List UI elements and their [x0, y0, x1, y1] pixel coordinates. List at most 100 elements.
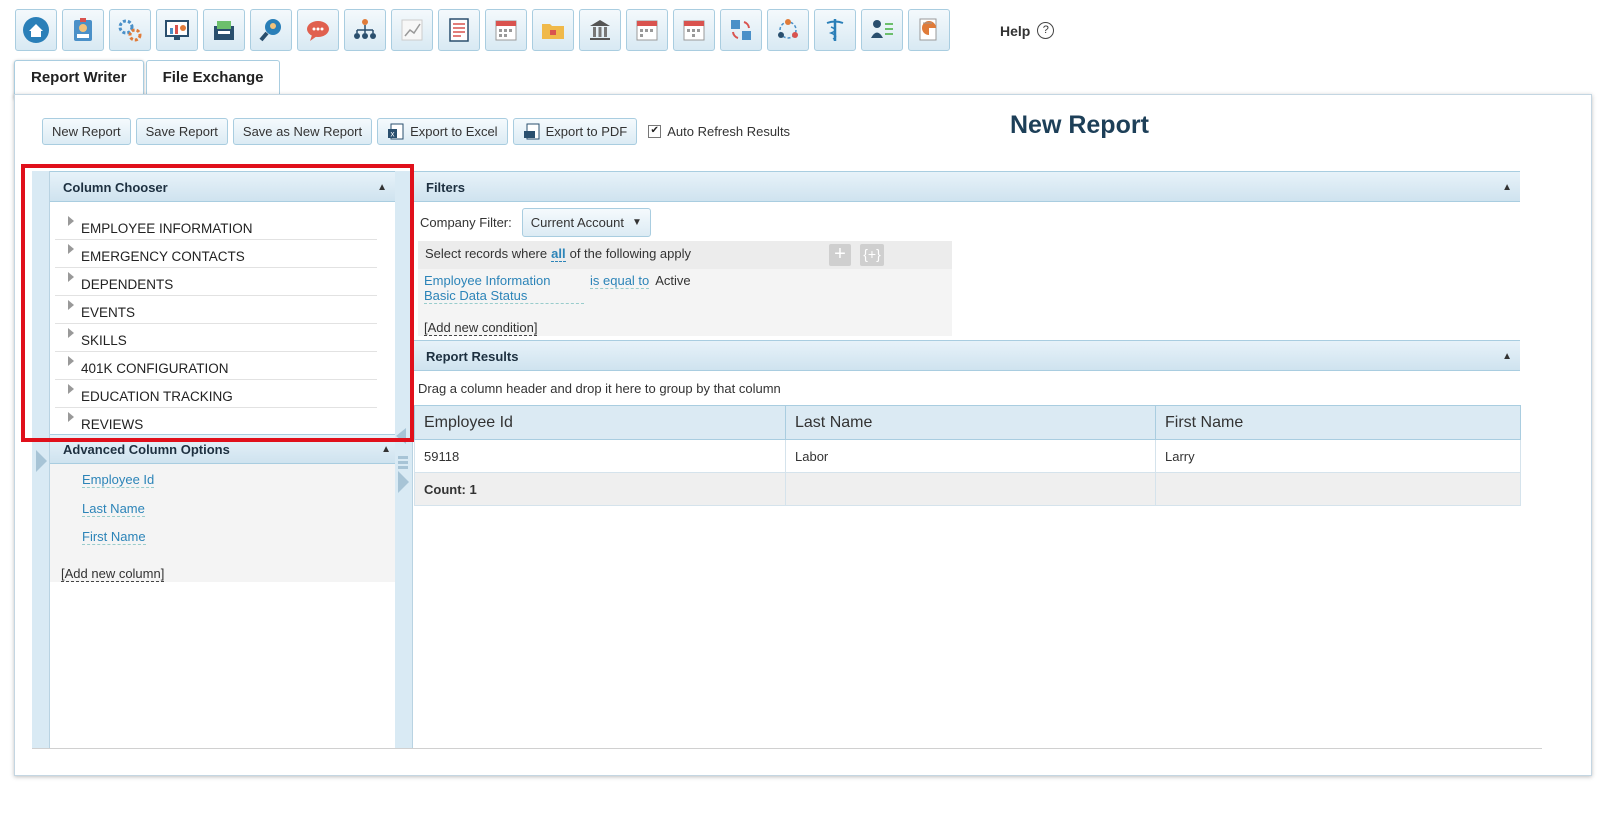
person-checklist-icon: [871, 20, 893, 38]
filters-title: Filters: [426, 180, 466, 195]
collapse-left-arrow-icon[interactable]: [396, 428, 406, 444]
record-count: Count: 1: [414, 472, 786, 506]
gears-icon: [118, 19, 142, 42]
collapse-caret-icon[interactable]: ▲: [381, 435, 391, 465]
calendar-button-3[interactable]: [673, 9, 715, 51]
column-header[interactable]: First Name: [1155, 405, 1521, 440]
expand-triangle-icon[interactable]: [68, 244, 74, 254]
report-results-header[interactable]: Report Results ▲: [413, 340, 1520, 371]
expand-triangle-icon[interactable]: [68, 216, 74, 226]
settings-button[interactable]: [109, 9, 151, 51]
select-prefix: Select records where: [425, 246, 548, 261]
expand-arrow-icon[interactable]: [36, 450, 47, 472]
splitter-grip[interactable]: [398, 456, 408, 470]
caduceus-icon: [826, 19, 844, 41]
export-pdf-button[interactable]: Export to PDF: [512, 118, 638, 145]
tree-item[interactable]: SKILLS: [55, 324, 377, 352]
selected-column-link[interactable]: Last Name: [82, 501, 145, 517]
filters-panel: Filters ▲: [413, 171, 1520, 202]
new-report-button[interactable]: New Report: [42, 118, 131, 145]
employee-card-button[interactable]: [62, 9, 104, 51]
dashboard-button[interactable]: [156, 9, 198, 51]
help-link[interactable]: Help ?: [1000, 22, 1055, 39]
tab-report-writer[interactable]: Report Writer: [14, 60, 144, 98]
home-button[interactable]: [15, 9, 57, 51]
company-button[interactable]: [579, 9, 621, 51]
filters-header[interactable]: Filters ▲: [413, 171, 1520, 202]
column-chooser-header[interactable]: Column Chooser ▲: [50, 171, 395, 202]
table-row[interactable]: 59118 Labor Larry: [414, 439, 1521, 473]
condition-field-link[interactable]: Employee Information Basic Data Status: [424, 273, 584, 304]
add-group-icon[interactable]: {+}: [860, 244, 884, 266]
advanced-column-options-header[interactable]: Advanced Column Options ▲: [50, 434, 395, 464]
selected-column-link[interactable]: Employee Id: [82, 472, 155, 488]
checklist-icon: [449, 18, 469, 42]
tree-item[interactable]: 401K CONFIGURATION: [55, 352, 377, 380]
expand-triangle-icon[interactable]: [68, 356, 74, 366]
tab-file-exchange[interactable]: File Exchange: [145, 60, 281, 95]
medical-button[interactable]: [814, 9, 856, 51]
divider: [32, 748, 1542, 749]
reports-button[interactable]: [908, 9, 950, 51]
tree-item[interactable]: EDUCATION TRACKING: [55, 380, 377, 408]
tree-item[interactable]: EMPLOYEE INFORMATION: [55, 212, 377, 240]
auto-refresh-checkbox[interactable]: ✔: [648, 125, 662, 138]
expand-triangle-icon[interactable]: [68, 300, 74, 310]
line-chart-icon: [401, 19, 423, 41]
export-excel-button[interactable]: x Export to Excel: [377, 118, 508, 145]
dropdown-arrow-icon: ▼: [631, 217, 642, 228]
tree-item-label: SKILLS: [81, 333, 127, 348]
expand-triangle-icon[interactable]: [68, 412, 74, 422]
calendar-button-1[interactable]: [485, 9, 527, 51]
selected-column-link[interactable]: First Name: [82, 529, 146, 545]
svg-text:x: x: [391, 129, 395, 138]
select-records-text: Select records where all of the following …: [425, 246, 691, 262]
tree-item[interactable]: EMERGENCY CONTACTS: [55, 240, 377, 268]
excel-icon: x: [388, 123, 404, 139]
company-filter: Company Filter: Current Account ▼: [420, 208, 651, 237]
company-filter-select[interactable]: Current Account ▼: [521, 208, 651, 237]
column-header[interactable]: Last Name: [785, 405, 1156, 440]
tree-item[interactable]: REVIEWS: [55, 408, 377, 436]
sync-button[interactable]: [720, 9, 762, 51]
tree-item[interactable]: EVENTS: [55, 296, 377, 324]
checklist-button[interactable]: [438, 9, 480, 51]
messages-button[interactable]: [297, 9, 339, 51]
calendar-button-2[interactable]: [626, 9, 668, 51]
save-report-button[interactable]: Save Report: [135, 118, 228, 145]
tree-item[interactable]: DEPENDENTS: [55, 268, 377, 296]
collapse-caret-icon[interactable]: ▲: [1502, 341, 1512, 372]
condition-value[interactable]: Active: [655, 273, 690, 288]
left-collapse-strip[interactable]: [32, 171, 50, 749]
collapse-caret-icon[interactable]: ▲: [1502, 172, 1512, 203]
add-column-link[interactable]: [Add new column]: [61, 566, 165, 582]
documents-button[interactable]: [532, 9, 574, 51]
payroll-icon: [214, 21, 234, 40]
panel-splitter[interactable]: [395, 171, 413, 749]
condition-operator-link[interactable]: is equal to: [590, 273, 650, 289]
expand-triangle-icon[interactable]: [68, 328, 74, 338]
collapse-caret-icon[interactable]: ▲: [377, 172, 387, 203]
grid-header-row: Employee Id Last Name First Name: [414, 405, 1521, 440]
group-by-dropzone[interactable]: Drag a column header and drop it here to…: [418, 381, 781, 396]
network-button[interactable]: [767, 9, 809, 51]
expand-triangle-icon[interactable]: [68, 384, 74, 394]
save-as-new-report-button[interactable]: Save as New Report: [232, 118, 373, 145]
selected-columns-list: Employee Id Last Name First Name [Add ne…: [50, 464, 395, 582]
column-chooser-title: Column Chooser: [63, 180, 168, 195]
payroll-button[interactable]: [203, 9, 245, 51]
tasks-button[interactable]: [861, 9, 903, 51]
report-actions: New Report Save Report Save as New Repor…: [42, 118, 790, 145]
company-filter-label: Company Filter:: [420, 215, 512, 230]
tree-item-label: 401K CONFIGURATION: [81, 361, 229, 376]
add-condition-plus-icon[interactable]: +: [829, 244, 851, 266]
chat-icon: [307, 21, 329, 41]
column-header[interactable]: Employee Id: [414, 405, 786, 440]
analytics-button[interactable]: [391, 9, 433, 51]
expand-right-arrow-icon[interactable]: [398, 471, 409, 493]
org-chart-button[interactable]: [344, 9, 386, 51]
match-mode-link[interactable]: all: [551, 246, 566, 262]
expand-triangle-icon[interactable]: [68, 272, 74, 282]
search-people-button[interactable]: [250, 9, 292, 51]
add-condition-link[interactable]: [Add new condition]: [424, 320, 538, 336]
